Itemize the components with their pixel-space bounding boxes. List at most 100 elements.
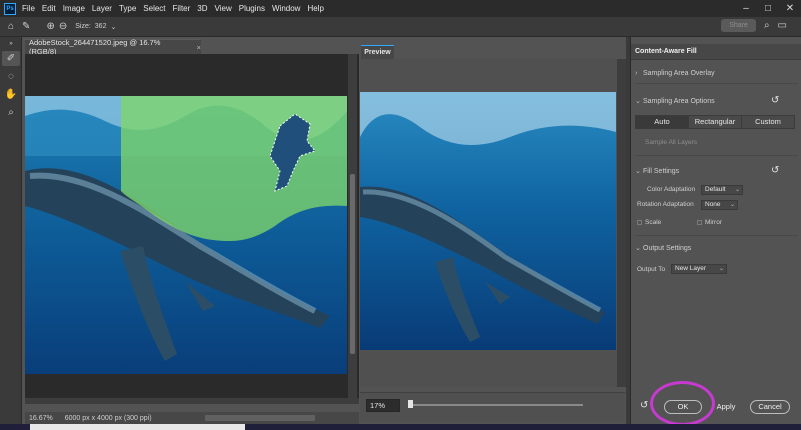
menu-image[interactable]: Image <box>63 4 85 13</box>
document-tab[interactable]: AdobeStock_264471520.jpeg @ 16.7% (RGB/8… <box>25 38 201 56</box>
document-image[interactable] <box>25 96 347 374</box>
checkbox-label: Scale <box>645 219 662 226</box>
checkbox-box[interactable] <box>697 220 702 225</box>
mirror-checkbox[interactable]: Mirror <box>697 219 722 226</box>
chevron-down-icon: ⌄ <box>734 187 740 193</box>
section-label: Output Settings <box>643 245 692 252</box>
menu-3d[interactable]: 3D <box>197 4 207 13</box>
chevron-down-icon[interactable]: ⌄ <box>110 23 116 31</box>
reset-icon[interactable]: ↺ <box>771 165 779 176</box>
menu-layer[interactable]: Layer <box>92 4 112 13</box>
chevron-down-icon: ⌄ <box>729 202 735 208</box>
select-value: Default <box>705 186 726 193</box>
preview-tab[interactable]: Preview <box>361 45 394 59</box>
status-document-size: 6000 px x 4000 px (300 ppi) <box>64 414 152 422</box>
options-right: Share ⌕ ▭ <box>721 19 795 32</box>
preview-zoom-field[interactable]: 17% <box>366 399 400 412</box>
chevron-down-icon: ⌄ <box>635 245 641 252</box>
rotation-adaptation-label: Rotation Adaptation <box>637 201 694 208</box>
menu-filter[interactable]: Filter <box>173 4 191 13</box>
select-value: None <box>705 201 721 208</box>
content-aware-fill-panel: Content-Aware Fill › Sampling Area Overla… <box>630 37 801 430</box>
checkbox-label: Sample All Layers <box>645 139 698 146</box>
lasso-icon[interactable]: ◌ <box>2 69 20 84</box>
scale-checkbox[interactable]: Scale <box>637 219 661 226</box>
workspace-icon[interactable]: ▭ <box>778 20 787 31</box>
photoshop-logo: Ps <box>4 2 16 15</box>
preview-photo <box>360 92 616 350</box>
sampling-brush-icon[interactable]: ✐ <box>2 51 20 66</box>
chevron-right-icon: › <box>635 70 638 77</box>
divider <box>635 83 798 84</box>
size-field[interactable]: 362 <box>95 23 107 30</box>
menu-file[interactable]: File <box>22 4 35 13</box>
sampling-mode-segmented: Auto Rectangular Custom <box>635 115 795 129</box>
maximize-button[interactable]: □ <box>757 3 779 14</box>
checkbox-label: Mirror <box>705 219 722 226</box>
options-bar: ⌂ ✎ ⊕ ⊖ Size: 362 ⌄ Share ⌕ ▭ <box>0 17 801 37</box>
close-window-button[interactable]: ✕ <box>779 3 801 14</box>
chevron-down-icon: ⌄ <box>718 266 724 272</box>
chevron-down-icon: ⌄ <box>635 168 641 175</box>
window-controls: – □ ✕ <box>735 0 801 17</box>
menu-type[interactable]: Type <box>119 4 136 13</box>
segment-auto[interactable]: Auto <box>636 116 689 128</box>
document-vertical-scrollbar[interactable] <box>348 54 357 398</box>
menu-window[interactable]: Window <box>272 4 300 13</box>
menu-view[interactable]: View <box>215 4 232 13</box>
checkbox-box[interactable] <box>637 220 642 225</box>
reset-all-icon[interactable]: ↺ <box>640 400 648 411</box>
scroll-thumb[interactable] <box>350 174 355 354</box>
section-label: Fill Settings <box>643 168 680 175</box>
color-adaptation-select[interactable]: Default ⌄ <box>701 185 743 195</box>
section-sampling-overlay[interactable]: › Sampling Area Overlay <box>635 70 715 77</box>
add-to-selection-icon[interactable]: ⊕ <box>46 21 54 32</box>
select-value: New Layer <box>675 265 707 272</box>
home-icon[interactable]: ⌂ <box>8 21 14 32</box>
brush-preset-icon[interactable]: ✎ <box>22 21 30 32</box>
preview-zoom-knob[interactable] <box>408 400 413 408</box>
panel-header: Content-Aware Fill <box>631 44 801 60</box>
menu-edit[interactable]: Edit <box>42 4 56 13</box>
reset-icon[interactable]: ↺ <box>771 95 779 106</box>
whale-photo <box>25 96 347 374</box>
preview-zoom-slider[interactable] <box>408 404 583 406</box>
menu-select[interactable]: Select <box>143 4 165 13</box>
hand-icon[interactable]: ✋ <box>2 87 20 102</box>
size-label: Size: <box>75 23 91 30</box>
subtract-from-selection-icon[interactable]: ⊖ <box>59 21 67 32</box>
section-label: Sampling Area Options <box>643 98 715 105</box>
divider <box>635 235 798 236</box>
menu-plugins[interactable]: Plugins <box>239 4 265 13</box>
chevron-down-icon: ⌄ <box>635 98 641 105</box>
search-icon[interactable]: ⌕ <box>764 20 770 31</box>
output-to-select[interactable]: New Layer ⌄ <box>671 264 727 274</box>
section-sampling-options[interactable]: ⌄ Sampling Area Options <box>635 97 715 105</box>
highlight-circle <box>650 381 715 426</box>
status-scrollbar[interactable] <box>205 415 315 421</box>
taskbar-window <box>30 424 245 430</box>
segment-rectangular[interactable]: Rectangular <box>689 116 742 128</box>
preview-image[interactable] <box>360 92 616 350</box>
close-icon[interactable]: × <box>197 43 201 52</box>
section-label: Sampling Area Overlay <box>643 70 715 77</box>
minimize-button[interactable]: – <box>735 3 757 14</box>
section-fill-settings[interactable]: ⌄ Fill Settings <box>635 167 679 175</box>
share-button[interactable]: Share <box>721 19 756 32</box>
document-horizontal-scrollbar[interactable] <box>25 398 359 404</box>
menu-bar: Ps File Edit Image Layer Type Select Fil… <box>0 0 801 17</box>
tools-panel: » ✐ ◌ ✋ ⌕ <box>0 37 22 430</box>
status-zoom[interactable]: 16.67% <box>29 415 53 422</box>
divider <box>635 155 798 156</box>
panel-title: Content-Aware Fill <box>635 48 697 55</box>
collapse-icon[interactable]: » <box>2 40 20 48</box>
zoom-icon[interactable]: ⌕ <box>2 105 20 120</box>
section-output-settings[interactable]: ⌄ Output Settings <box>635 244 691 252</box>
menu-help[interactable]: Help <box>307 4 323 13</box>
preview-scrollbar[interactable] <box>617 59 626 387</box>
status-bar: 16.67% 6000 px x 4000 px (300 ppi) <box>25 412 359 424</box>
cancel-button[interactable]: Cancel <box>750 400 790 414</box>
segment-custom[interactable]: Custom <box>742 116 794 128</box>
sample-all-layers-checkbox[interactable]: Sample All Layers <box>645 139 697 146</box>
rotation-adaptation-select[interactable]: None ⌄ <box>701 200 738 210</box>
